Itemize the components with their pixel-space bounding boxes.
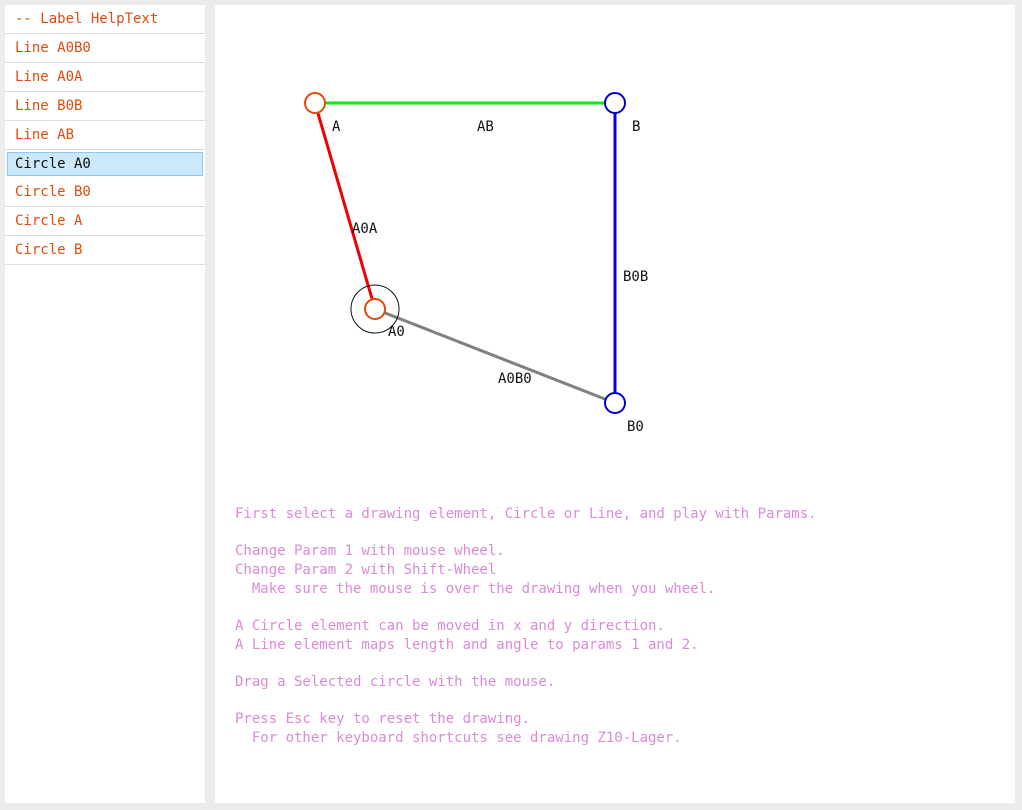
list-item-circle-a0[interactable]: Circle A0	[7, 152, 203, 176]
help-gap	[235, 599, 817, 617]
label-ab: AB	[477, 119, 494, 135]
circle-b[interactable]	[604, 92, 626, 114]
label-b0b: B0B	[623, 269, 648, 285]
help-line: Make sure the mouse is over the drawing …	[235, 581, 716, 597]
circle-a[interactable]	[304, 92, 326, 114]
label-a0a: A0A	[352, 221, 378, 237]
label-a: A	[332, 119, 341, 135]
element-list: -- Label HelpText Line A0B0 Line A0A Lin…	[5, 5, 205, 803]
label-a0: A0	[388, 324, 405, 340]
list-item-circle-a[interactable]: Circle A	[5, 207, 205, 236]
drawing-canvas[interactable]: A B A0 B0 AB A0A B0B A0B0 First select a…	[215, 5, 1015, 803]
list-item-line-ab[interactable]: Line AB	[5, 121, 205, 150]
label-b0: B0	[627, 419, 644, 435]
help-line: First select a drawing element, Circle o…	[235, 506, 817, 522]
list-item-line-b0b[interactable]: Line B0B	[5, 92, 205, 121]
help-gap	[235, 692, 817, 710]
list-item-line-a0a[interactable]: Line A0A	[5, 63, 205, 92]
help-gap	[235, 655, 817, 673]
circle-b0[interactable]	[604, 392, 626, 414]
help-line: A Line element maps length and angle to …	[235, 637, 699, 653]
help-line: Change Param 2 with Shift-Wheel	[235, 562, 497, 578]
list-item-label-helptext[interactable]: -- Label HelpText	[5, 5, 205, 34]
linkage-drawing[interactable]: A B A0 B0 AB A0A B0B A0B0	[215, 5, 1015, 485]
help-line: For other keyboard shortcuts see drawing…	[235, 730, 682, 746]
list-item-circle-b[interactable]: Circle B	[5, 236, 205, 265]
help-gap	[235, 524, 817, 542]
line-a0a[interactable]	[313, 102, 377, 310]
help-line: A Circle element can be moved in x and y…	[235, 618, 665, 634]
help-line: Press Esc key to reset the drawing.	[235, 711, 531, 727]
help-line: Change Param 1 with mouse wheel.	[235, 543, 505, 559]
help-line: Drag a Selected circle with the mouse.	[235, 674, 556, 690]
label-b: B	[632, 119, 640, 135]
line-a0b0[interactable]	[374, 307, 616, 405]
list-item-line-a0b0[interactable]: Line A0B0	[5, 34, 205, 63]
label-a0b0: A0B0	[498, 371, 532, 387]
list-item-circle-b0[interactable]: Circle B0	[5, 178, 205, 207]
help-text: First select a drawing element, Circle o…	[235, 505, 817, 748]
circle-a0[interactable]	[364, 298, 386, 320]
